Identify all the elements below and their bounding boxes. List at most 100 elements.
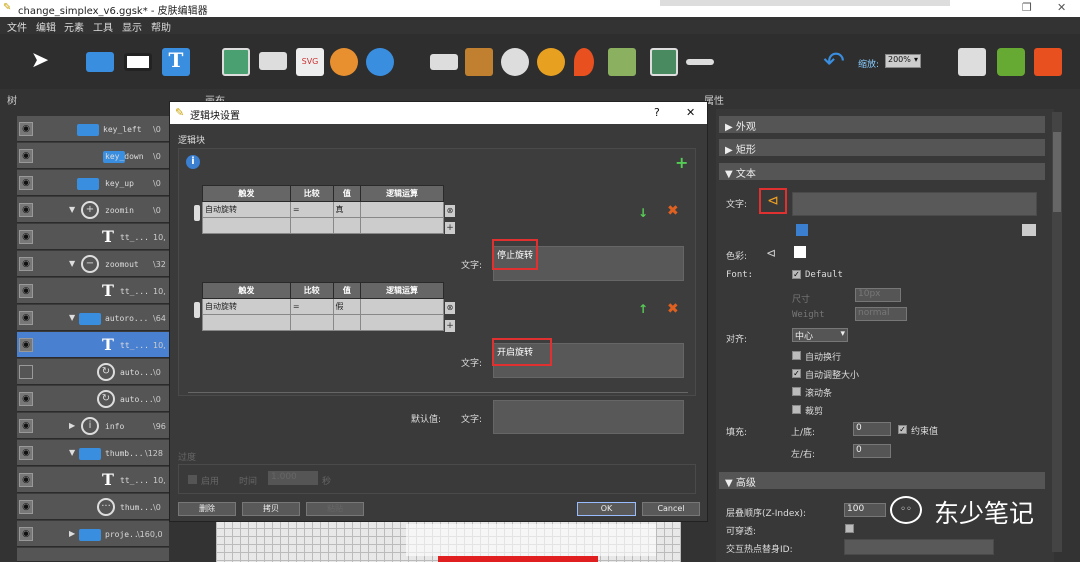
preview-icon[interactable] — [958, 48, 986, 76]
tree-row-tt-autorotate[interactable]: ◉ Ttt_... 10, — [17, 332, 169, 358]
block2-logic[interactable] — [360, 298, 444, 315]
block2-trigger[interactable]: 自动旋转 — [202, 298, 291, 315]
crop-checkbox[interactable] — [792, 405, 801, 414]
eye-icon[interactable]: ◉ — [19, 284, 33, 298]
size-spinbox[interactable]: 10px — [855, 288, 901, 302]
topbottom-spinbox[interactable]: 0 — [853, 422, 891, 436]
remove-row-icon[interactable]: ⊗ — [445, 302, 455, 314]
design-canvas[interactable] — [216, 520, 681, 562]
info-icon[interactable]: i — [186, 155, 200, 169]
delete-block-icon[interactable]: ✖ — [667, 203, 679, 219]
section-appearance[interactable]: ▶ 外观 — [719, 116, 1045, 133]
leftright-spinbox[interactable]: 0 — [853, 444, 891, 458]
tree-row-info[interactable]: ◉ ▶ i info \96 — [17, 413, 169, 439]
section-text[interactable]: ▼ 文本 — [719, 163, 1045, 180]
tree-row-key-up[interactable]: ◉ key_up \0 — [17, 170, 169, 196]
block1-handle[interactable] — [194, 205, 200, 221]
block2-empty-cell[interactable] — [360, 314, 444, 331]
dialog-close-button[interactable]: ✕ — [686, 106, 695, 119]
eye-icon[interactable]: ◉ — [19, 230, 33, 244]
chevron-down-icon[interactable]: ▼ — [69, 259, 75, 268]
eye-icon[interactable]: ◉ — [19, 446, 33, 460]
block2-handle[interactable] — [194, 302, 200, 318]
tree-row-projections[interactable]: ◉ ▶ proje... \160,0 — [17, 521, 169, 547]
close-window-icon[interactable]: ✕ — [1057, 1, 1066, 14]
eye-icon[interactable]: ◉ — [19, 122, 33, 136]
add-block-icon[interactable]: + — [675, 153, 688, 172]
eye-icon[interactable]: ◉ — [19, 500, 33, 514]
chevron-down-icon[interactable]: ▼ — [69, 448, 75, 457]
menu-tools[interactable]: 工具 — [93, 19, 113, 34]
add-row-icon[interactable]: + — [445, 320, 455, 332]
restore-icon[interactable]: ❐ — [1022, 1, 1032, 14]
menu-element[interactable]: 元素 — [64, 19, 84, 34]
dial-tool-icon[interactable] — [501, 48, 529, 76]
eye-icon[interactable]: ◉ — [19, 149, 33, 163]
hotspot-field[interactable] — [844, 539, 994, 555]
tree-row-tt-zoomout[interactable]: ◉ Ttt_... 10, — [17, 278, 169, 304]
slider-tool-icon[interactable] — [686, 59, 714, 65]
block2-empty-cell[interactable] — [332, 314, 362, 331]
block2-compare[interactable]: = — [289, 298, 334, 315]
scrollbar-thumb[interactable] — [1053, 132, 1061, 212]
screen-tool-icon[interactable] — [430, 54, 458, 70]
scrollbar-checkbox[interactable] — [792, 387, 801, 396]
eye-icon[interactable]: ◉ — [19, 203, 33, 217]
cancel-button[interactable]: Cancel — [642, 502, 700, 516]
add-row-icon[interactable]: + — [445, 222, 455, 234]
menu-edit[interactable]: 编辑 — [36, 19, 56, 34]
eye-icon[interactable]: ◉ — [19, 311, 33, 325]
tree-row-zoomout[interactable]: ◉ ▼ − zoomout \32 — [17, 251, 169, 277]
tree-row-partial[interactable] — [17, 548, 169, 562]
map-tool-icon[interactable] — [608, 48, 636, 76]
tree-row-tt-thumbs[interactable]: ◉ Ttt_... 10, — [17, 467, 169, 493]
text-value-field[interactable] — [792, 192, 1037, 216]
eye-icon[interactable]: ◉ — [19, 176, 33, 190]
globe-tool-icon[interactable] — [330, 48, 358, 76]
block1-compare[interactable]: = — [289, 201, 334, 218]
tree-row-thum[interactable]: ◉ ··· thum... \0 — [17, 494, 169, 520]
text-edit-icon[interactable] — [796, 224, 808, 236]
chevron-right-icon[interactable]: ▶ — [69, 421, 75, 430]
tree-row-key-left[interactable]: ◉ key_left \0 — [17, 116, 169, 142]
font-default-checkbox[interactable]: ✓ — [792, 270, 801, 279]
menu-help[interactable]: 帮助 — [151, 19, 171, 34]
menu-file[interactable]: 文件 — [7, 19, 27, 34]
eye-icon[interactable]: ◉ — [19, 338, 33, 352]
block1-empty-cell[interactable] — [360, 217, 444, 234]
chevron-down-icon[interactable]: ▼ — [69, 313, 75, 322]
pointer-tool-icon[interactable]: ➤ — [26, 48, 54, 76]
folder-tool-icon[interactable] — [86, 52, 114, 72]
tree-row-thumbnails[interactable]: ◉ ▼ thumb... \128 — [17, 440, 169, 466]
delete-button[interactable]: 删除 — [178, 502, 236, 516]
passthrough-checkbox[interactable] — [845, 524, 854, 533]
map-globe-tool-icon[interactable] — [366, 48, 394, 76]
image-tool-icon[interactable] — [222, 48, 250, 76]
chevron-right-icon[interactable]: ▶ — [69, 529, 75, 538]
move-up-icon[interactable]: ↑ — [638, 302, 648, 316]
block1-trigger[interactable]: 自动旋转 — [202, 201, 291, 218]
props-scrollbar[interactable] — [1052, 112, 1062, 552]
default-text-field[interactable] — [493, 400, 684, 434]
text-expand-icon[interactable] — [1022, 224, 1036, 236]
section-advanced[interactable]: ▼ 高级 — [719, 472, 1045, 489]
autosize-checkbox[interactable]: ✓ — [792, 369, 801, 378]
help-button[interactable]: ? — [654, 106, 660, 119]
chevron-down-icon[interactable]: ▼ — [69, 205, 75, 214]
map-pin-tool-icon[interactable] — [574, 48, 594, 76]
eye-icon[interactable]: ◉ — [19, 527, 33, 541]
remove-row-icon[interactable]: ⊗ — [445, 205, 455, 217]
chart-tool-icon[interactable] — [1034, 48, 1062, 76]
copy-button[interactable]: 拷贝 — [242, 502, 300, 516]
video-tool-icon[interactable] — [650, 48, 678, 76]
color-source-icon[interactable]: ⊲ — [766, 246, 776, 260]
block2-empty-cell[interactable] — [289, 314, 334, 331]
block1-empty-cell[interactable] — [202, 217, 291, 234]
text-source-icon[interactable]: ⊲ — [759, 188, 787, 214]
export-icon[interactable] — [997, 48, 1025, 76]
svg-tool-icon[interactable]: SVG — [296, 48, 324, 76]
tree-row-auto-2[interactable]: ◉ ↻ auto... \0 — [17, 386, 169, 412]
wrap-checkbox[interactable] — [792, 351, 801, 360]
zindex-spinbox[interactable]: 100 — [844, 503, 886, 517]
block1-value[interactable]: 真 — [332, 201, 362, 218]
